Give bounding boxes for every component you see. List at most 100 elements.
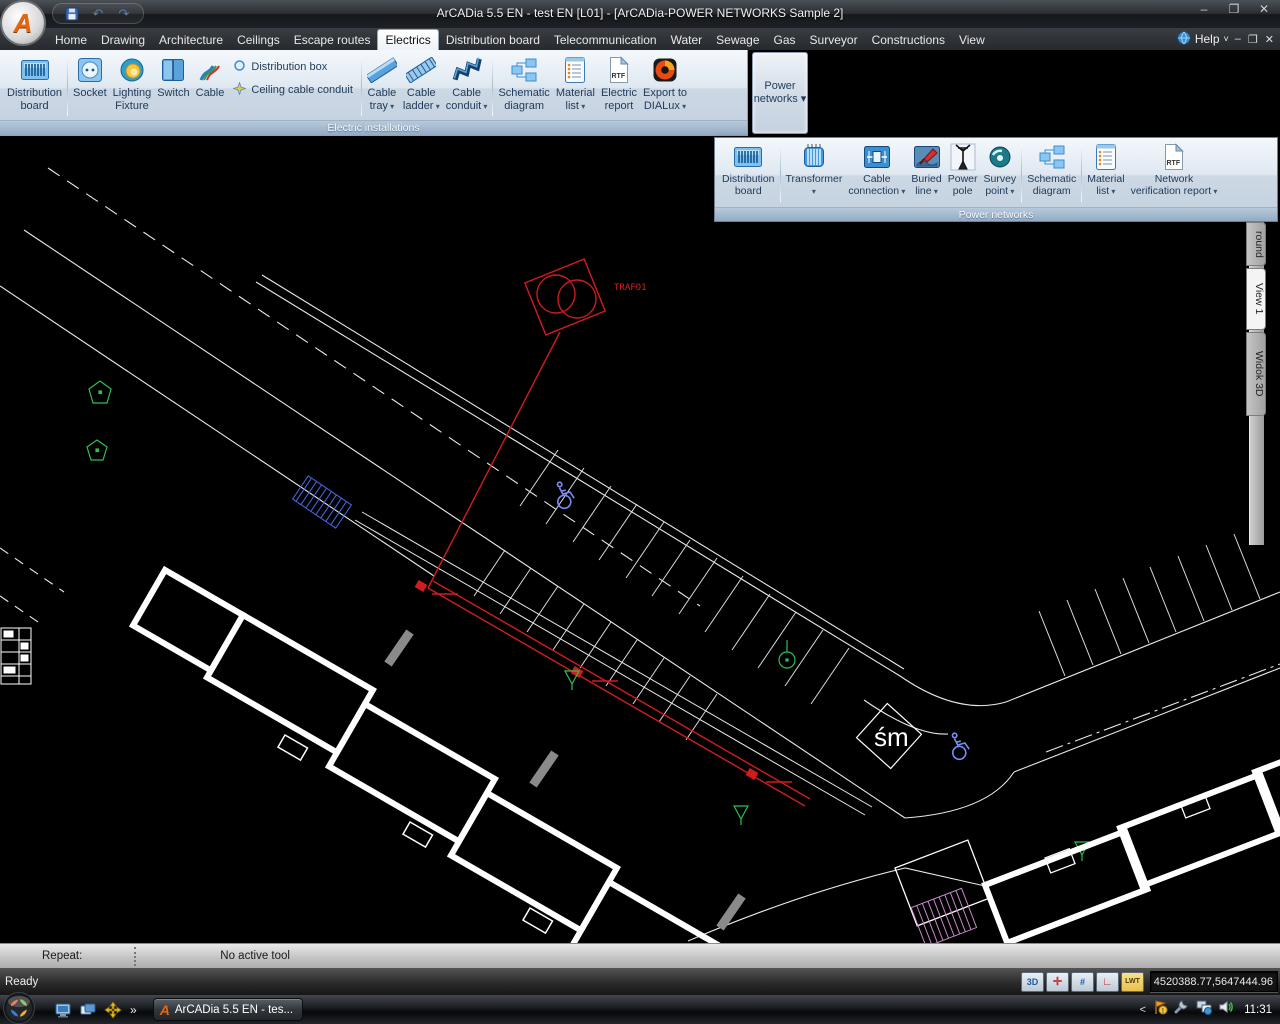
ribbon-socket-button[interactable]: Socket [70, 52, 110, 120]
flyout-transformer-button[interactable]: Transformer▾ [783, 140, 846, 206]
notification-flag-icon[interactable]: ! [1152, 999, 1168, 1020]
flyout-power-pole-button[interactable]: Powerpole [945, 140, 981, 206]
status-lineweight-toggle[interactable]: LWT [1121, 972, 1144, 992]
taskbar-app-button[interactable]: A ArCADia 5.5 EN - tes... [153, 998, 303, 1021]
ribbon-lighting-fixture-button[interactable]: LightingFixture [110, 52, 155, 120]
volume-icon[interactable] [1218, 999, 1234, 1020]
save-button[interactable] [63, 6, 81, 22]
flyout-distribution-board-button[interactable]: Distributionboard [719, 140, 778, 206]
window-switcher-icon[interactable] [79, 1001, 97, 1019]
arcadia-logo-icon[interactable]: A [0, 0, 46, 46]
distribution-board-icon [733, 141, 763, 173]
tab-ceilings[interactable]: Ceilings [230, 30, 287, 50]
minimize-button[interactable]: ‒ [1196, 2, 1212, 16]
status-snap-toggle[interactable]: ✛ [1046, 972, 1069, 992]
quicklaunch-overflow-chevron[interactable]: » [130, 1003, 137, 1017]
close-button[interactable]: ✕ [1256, 2, 1272, 16]
ribbon-distribution-board-button[interactable]: Distributionboard [4, 52, 65, 120]
tray-chevron-icon[interactable]: < [1140, 1004, 1146, 1016]
restore-button[interactable]: ❐ [1226, 2, 1242, 16]
road-edge [0, 286, 434, 576]
flyout-cable-connection-button[interactable]: Cableconnection ▾ [845, 140, 908, 206]
help-menu[interactable]: Help ˅ [1177, 31, 1229, 48]
tab-distribution-board[interactable]: Distribution board [439, 30, 547, 50]
cable-tray-icon [367, 53, 397, 87]
ribbon-electric-report-button[interactable]: RTFElectricreport [598, 52, 640, 120]
status-view-layout-3d-toggle[interactable]: 3D [1021, 972, 1044, 992]
parking-edge [262, 275, 904, 669]
tab-constructions[interactable]: Constructions [865, 30, 952, 50]
status-grid-toggle[interactable]: # [1071, 972, 1094, 992]
tab-home[interactable]: Home [48, 30, 94, 50]
flyout-buried-line-button[interactable]: Buriedline ▾ [908, 140, 944, 206]
tab-escape-routes[interactable]: Escape routes [287, 30, 378, 50]
road-curve [905, 772, 1014, 818]
drawing-canvas[interactable]: TRAFO1 śm [0, 136, 1280, 943]
svg-text:RTF: RTF [1166, 160, 1180, 167]
svg-text:RTF: RTF [611, 73, 625, 80]
mdi-restore-button[interactable]: ❐ [1248, 33, 1258, 46]
active-tool-status: No active tool [220, 950, 290, 962]
dropdown-arrow-icon: ▾ [433, 102, 439, 111]
ribbon-schematic-diagram-button[interactable]: Schematicdiagram [495, 52, 552, 120]
view-tab-view-1[interactable]: View 1 [1246, 268, 1266, 330]
blue-hatch-stairs [293, 476, 352, 528]
tab-water[interactable]: Water [664, 30, 710, 50]
flyout-network-verification-report-button[interactable]: RTFNetworkverification report ▾ [1128, 140, 1221, 206]
transformer-label: TRAFO1 [614, 283, 647, 293]
ceiling-cable-conduit-icon [233, 82, 246, 98]
small-button-group: Distribution box Ceiling cable conduit [227, 52, 359, 120]
cable-ladder-icon [406, 53, 436, 87]
ribbon-group-electric-installations: DistributionboardSocketLightingFixtureSw… [0, 50, 748, 136]
mdi-close-button[interactable]: ✕ [1265, 33, 1274, 46]
flyout-schematic-diagram-button[interactable]: Schematicdiagram [1024, 140, 1079, 206]
survey-circle-symbol [779, 640, 795, 668]
dropdown-arrow-icon: ▾ [481, 102, 487, 111]
tab-drawing[interactable]: Drawing [94, 30, 152, 50]
network-status-icon[interactable] [1196, 999, 1212, 1020]
view-tab-widok-3d[interactable]: Widok 3D [1246, 332, 1266, 416]
start-button[interactable] [2, 991, 36, 1024]
undo-button[interactable]: ↶ [89, 6, 107, 22]
road-dashes [0, 548, 64, 626]
parking-stalls [520, 450, 849, 704]
export-to-dialux-icon [652, 53, 678, 87]
tab-telecommunication[interactable]: Telecommunication [547, 30, 664, 50]
flyout-material-list-button[interactable]: Materiallist ▾ [1084, 140, 1127, 206]
command-separator [134, 947, 136, 966]
redo-button[interactable]: ↷ [115, 6, 133, 22]
ribbon-cable-conduit-button[interactable]: Cableconduit ▾ [443, 52, 491, 120]
dropdown-arrow-icon: ▾ [1109, 187, 1115, 196]
tab-surveyor[interactable]: Surveyor [803, 30, 865, 50]
ready-status: Ready [5, 976, 38, 988]
svg-text:!: ! [1162, 1008, 1164, 1015]
switch-icon [160, 53, 186, 87]
ribbon-cable-button[interactable]: Cable [193, 52, 228, 120]
ribbon-cable-ladder-button[interactable]: Cableladder ▾ [400, 52, 443, 120]
ribbon-ceiling-cable-conduit-button[interactable]: Ceiling cable conduit [233, 82, 353, 98]
app-shortcut-icon[interactable] [104, 1001, 122, 1019]
tab-electrics[interactable]: Electrics [377, 29, 438, 50]
ribbon-distribution-box-button[interactable]: Distribution box [233, 59, 353, 75]
ribbon-export-to-dialux-button[interactable]: Export toDIALux ▾ [640, 52, 690, 120]
status-ortho-toggle[interactable]: ∟ [1096, 972, 1119, 992]
command-bar: Repeat: No active tool [0, 943, 1280, 968]
tab-sewage[interactable]: Sewage [709, 30, 766, 50]
ribbon-power-networks-button[interactable]: Power networks ▾ [752, 52, 808, 134]
ribbon-cable-tray-button[interactable]: Cabletray ▾ [364, 52, 400, 120]
mdi-minimize-button[interactable]: ‒ [1235, 33, 1241, 46]
tab-gas[interactable]: Gas [767, 30, 803, 50]
flyout-survey-point-button[interactable]: Surveypoint ▾ [981, 140, 1020, 206]
parking-stalls [474, 550, 717, 740]
dropdown-arrow-icon: ▾ [899, 187, 905, 196]
ribbon-switch-button[interactable]: Switch [154, 52, 192, 120]
quick-access-toolbar: ↶ ↷ [52, 3, 144, 24]
show-desktop-icon[interactable] [54, 1001, 72, 1019]
tab-architecture[interactable]: Architecture [152, 30, 230, 50]
maintenance-wrench-icon[interactable] [1174, 999, 1190, 1020]
accessible-par king-symbol [948, 731, 971, 761]
legend-table [1, 628, 31, 684]
view-tab-round[interactable]: round [1246, 222, 1266, 266]
ribbon-material-list-button[interactable]: Materiallist ▾ [553, 52, 598, 120]
tab-view[interactable]: View [952, 30, 992, 50]
